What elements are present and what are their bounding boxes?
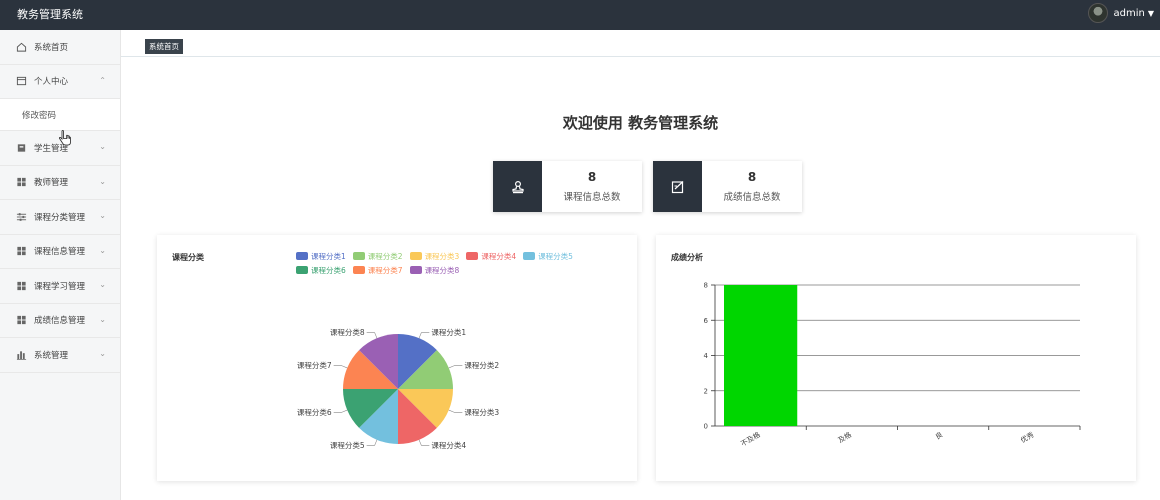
course-count-card: 8 课程信息总数 — [493, 161, 642, 212]
pie-label: 课程分类1 — [431, 327, 466, 337]
grid-icon — [16, 246, 27, 257]
pie-label: 课程分类2 — [464, 360, 499, 370]
app-title: 教务管理系统 — [17, 8, 83, 21]
profile-icon — [16, 76, 27, 87]
grid-icon — [16, 315, 27, 326]
pie-chart: 课程分类1 课程分类2 课程分类3 课程分类4 课程分类5 课程分类6 课程分类7 课程分类8 — [297, 327, 499, 450]
sidebar-item-2[interactable]: 个人中心 ⌃ — [0, 65, 120, 99]
pie-label-line — [333, 409, 348, 413]
x-tick-label: 良 — [934, 430, 945, 441]
breadcrumb: 系统首页 — [121, 30, 1160, 57]
y-tick-label: 0 — [704, 423, 708, 431]
y-tick-label: 6 — [704, 317, 709, 325]
chevron-down-icon[interactable]: ⌄ — [99, 349, 106, 358]
pie-label: 课程分类4 — [431, 440, 466, 450]
sidebar-item-1[interactable]: 系统首页 — [0, 30, 120, 65]
grade-count-label: 成绩信息总数 — [723, 192, 781, 203]
y-tick-label: 8 — [704, 282, 708, 290]
sidebar-item-5[interactable]: 课程分类管理 ⌄ — [0, 200, 120, 235]
welcome-title: 欢迎使用 教务管理系统 — [562, 114, 719, 132]
pie-label-line — [418, 439, 430, 446]
y-tick-label: 4 — [704, 352, 709, 360]
sidebar-item-9[interactable]: 系统管理 ⌄ — [0, 338, 120, 373]
pie-label-line — [448, 365, 463, 369]
x-tick-label: 不及格 — [739, 430, 762, 448]
sidebar-item-7[interactable]: 课程学习管理 ⌄ — [0, 269, 120, 304]
chevron-down-icon[interactable]: ⌄ — [99, 280, 106, 289]
sidebar-item-4[interactable]: 教师管理 ⌄ — [0, 166, 120, 200]
main-content: 系统首页 欢迎使用 教务管理系统 8 课程信息总数 8 成绩信息总数 课程分类 … — [121, 30, 1160, 500]
grade-count-value: 8 — [747, 170, 757, 184]
breadcrumb-tag[interactable]: 系统首页 — [145, 39, 183, 54]
sidebar-item-label: 课程学习管理 — [34, 281, 86, 292]
sidebar: 系统首页 个人中心 ⌃ 修改密码 学生管理 ⌄ 教师管理 ⌄ 课程分类管理 ⌄ 课程信息管理 ⌄ 课程学… — [0, 30, 121, 500]
bar-chart-icon — [16, 349, 27, 360]
pie-label-line — [448, 409, 463, 413]
pie-label: 课程分类7 — [297, 360, 332, 370]
x-tick-label: 及格 — [836, 430, 853, 445]
sidebar-item-label: 课程信息管理 — [34, 247, 86, 258]
sidebar-item-label: 教师管理 — [34, 178, 69, 189]
x-tick-label: 优秀 — [1019, 430, 1036, 445]
bar-chart: 0 2 4 6 8 不及格 及格 良 优秀 — [704, 282, 1081, 448]
student-icon — [16, 142, 27, 153]
grid-icon — [16, 177, 27, 188]
sidebar-item-6[interactable]: 课程信息管理 ⌄ — [0, 235, 120, 269]
chevron-down-icon[interactable]: ⌄ — [99, 177, 106, 186]
chevron-down-icon[interactable]: ⌄ — [99, 246, 106, 255]
hand-cursor-icon — [58, 130, 71, 146]
caret-down-icon[interactable]: ▼ — [1148, 9, 1154, 18]
pie-label: 课程分类5 — [330, 440, 365, 450]
sidebar-item-label: 课程分类管理 — [34, 212, 86, 223]
grade-count-card: 8 成绩信息总数 — [653, 161, 802, 212]
pie-label: 课程分类6 — [297, 407, 332, 417]
sidebar-item-label: 成绩信息管理 — [34, 316, 86, 327]
sliders-icon — [16, 211, 27, 222]
pie-label: 课程分类8 — [330, 327, 365, 337]
stamp-icon — [493, 161, 542, 212]
avatar[interactable] — [1087, 3, 1108, 23]
edit-icon — [653, 161, 702, 212]
sidebar-item-label: 系统首页 — [34, 42, 69, 53]
chevron-down-icon[interactable]: ⌄ — [99, 211, 106, 220]
pie-label-line — [366, 332, 378, 339]
home-icon — [16, 41, 27, 52]
username[interactable]: admin — [1114, 8, 1145, 19]
submenu-change-password[interactable]: 修改密码 — [0, 99, 120, 131]
sidebar-item-label: 个人中心 — [34, 77, 69, 88]
course-count-value: 8 — [587, 170, 597, 184]
chevron-up-icon[interactable]: ⌃ — [99, 76, 106, 85]
pie-label-line — [333, 365, 348, 369]
pie-label-line — [366, 439, 378, 446]
sidebar-item-label: 系统管理 — [34, 350, 69, 361]
top-bar: 教务管理系统 admin ▼ — [0, 0, 1160, 30]
pie-label-line — [418, 332, 430, 339]
y-tick-label: 2 — [704, 387, 708, 395]
course-category-panel: 课程分类 课程分类1 课程分类2 课程分类3 课程分类4 课程分类5 课程分类6 课程分类7… — [157, 235, 637, 481]
user-menu[interactable]: admin ▼ — [1087, 3, 1154, 23]
pie-label: 课程分类3 — [464, 407, 499, 417]
bar[interactable] — [724, 285, 798, 426]
course-count-label: 课程信息总数 — [563, 192, 621, 203]
chevron-down-icon[interactable]: ⌄ — [99, 315, 106, 324]
chevron-down-icon[interactable]: ⌄ — [99, 142, 106, 151]
grid-icon — [16, 280, 27, 291]
sidebar-item-8[interactable]: 成绩信息管理 ⌄ — [0, 304, 120, 338]
grade-analysis-panel: 成绩分析 0 2 4 6 8 不及格 及格良优秀 — [656, 235, 1136, 481]
